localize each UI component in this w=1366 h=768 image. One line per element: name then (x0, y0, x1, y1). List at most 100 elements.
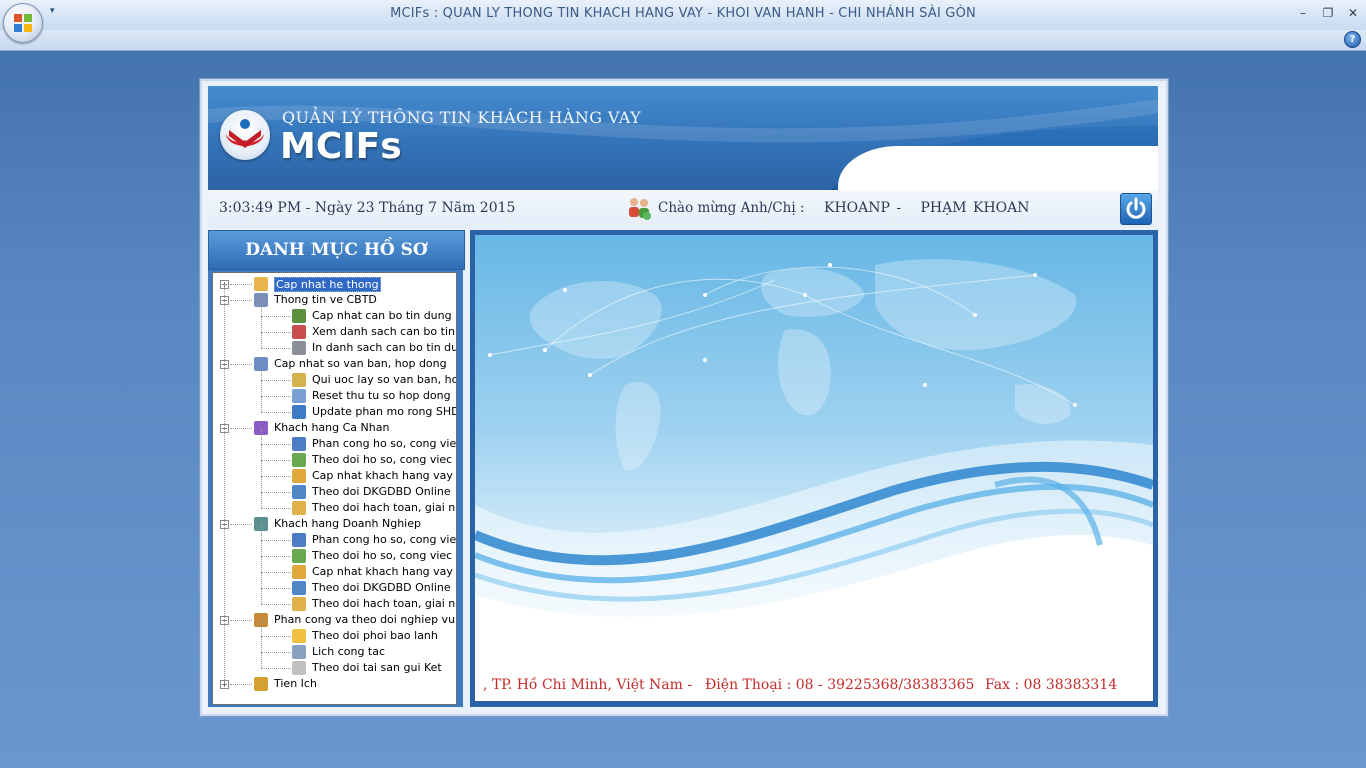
tree-trunk-line (224, 284, 225, 684)
help-icon[interactable]: ? (1344, 31, 1361, 48)
tree-connector (261, 460, 262, 476)
tree-node-label: Cap nhat khach hang vay (312, 565, 453, 578)
ribbon-bar: ? (0, 30, 1366, 51)
tree-connector (261, 444, 291, 445)
tree-connector (261, 348, 291, 349)
tree-group-node[interactable]: − Thong tin ve CBTD (213, 292, 456, 308)
tree-group-node[interactable]: − Khach hang Doanh Nghiep (213, 516, 456, 532)
tree-leaf-node[interactable]: Update phan mo rong SHD (213, 396, 456, 420)
tree-leaf-node[interactable]: Theo doi tai san gui Ket (213, 652, 456, 676)
tree-leaf-node[interactable]: Theo doi hach toan, giai ngan (213, 492, 456, 516)
tree-leaf-node[interactable]: Cap nhat can bo tin dung (213, 300, 456, 324)
tree-leaf-node[interactable]: Theo doi phoi bao lanh (213, 620, 456, 644)
edit-icon (292, 373, 306, 387)
tree-connector (261, 588, 262, 604)
tree-node-label: Phan cong ho so, cong viec (312, 533, 457, 546)
tree-connector (261, 572, 291, 573)
tree-connector (261, 380, 291, 381)
tree-node-label: Cap nhat can bo tin dung (312, 309, 452, 322)
users-welcome-icon (629, 198, 651, 220)
tree-node-label: Theo doi DKGDBD Online (312, 485, 451, 498)
contact-footer: , TP. Hồ Chi Minh, Việt Nam - Điện Thoại… (475, 670, 1153, 701)
table-icon (292, 549, 306, 563)
logout-power-button[interactable] (1120, 193, 1152, 225)
tree-node-label: Khach hang Doanh Nghiep (274, 517, 421, 530)
footer-fax: Fax : 08 38383314 (985, 677, 1118, 693)
tree-connector (261, 316, 291, 317)
tree-node-label: Phan cong va theo doi nghiep vu khac (274, 613, 456, 626)
update-icon (292, 405, 306, 419)
tree-group-node[interactable]: + Tien Ich (213, 676, 456, 692)
tree-leaf-node[interactable]: Theo doi DKGDBD Online (213, 476, 456, 500)
tree-connector (261, 540, 291, 541)
tree-connector (261, 604, 291, 605)
world-map-background (475, 235, 1153, 670)
tree-node-label: Reset thu tu so hop dong (312, 389, 451, 402)
tree-node-label: Tien Ich (274, 677, 317, 690)
tree-node-label: Theo doi hach toan, giai ngan (312, 597, 456, 610)
tree-leaf-node[interactable]: Cap nhat khach hang vay (213, 460, 456, 484)
mcifs-logo-icon (220, 110, 270, 160)
tree-connector (261, 636, 291, 637)
tree-connector (261, 396, 262, 412)
tree-connector (261, 556, 291, 557)
tree-node-label: In danh sach can bo tin dung (312, 341, 457, 354)
tree-leaf-node[interactable]: Theo doi hach toan, giai ngan (213, 588, 456, 612)
chart-icon (292, 565, 306, 579)
tree-leaf-node[interactable]: Phan cong ho so, cong viec (213, 428, 456, 452)
tree-leaf-node[interactable]: Phan cong ho so, cong viec (213, 524, 457, 548)
tree-connector (261, 620, 262, 636)
tree-leaf-node[interactable]: Qui uoc lay so van ban, hop dong (213, 364, 456, 388)
print-icon (292, 341, 306, 355)
banner-white-wave (838, 146, 1158, 190)
tree-leaf-node[interactable]: Reset thu tu so hop dong (213, 380, 456, 404)
tree-node-label: Thong tin ve CBTD (274, 293, 377, 306)
tree-node-label: Cap nhat so van ban, hop dong (274, 357, 447, 370)
tree-connector (261, 540, 262, 556)
tree-leaf-node[interactable]: Theo doi ho so, cong viec (213, 540, 456, 564)
tree-connector (261, 428, 262, 444)
tree-leaf-node[interactable]: In danh sach can bo tin dung (213, 332, 457, 356)
sidebar-heading: DANH MỤC HỒ SƠ (208, 230, 465, 270)
date-time-label: 3:03:49 PM - Ngày 23 Tháng 7 Năm 2015 (219, 200, 516, 216)
tree-leaf-node[interactable]: Lich cong tac (213, 636, 456, 660)
tree-connector (261, 652, 262, 668)
tree-leaf-node[interactable]: Theo doi DKGDBD Online (213, 572, 456, 596)
footer-address: , TP. Hồ Chi Minh, Việt Nam - (483, 677, 693, 693)
tree-connector (261, 636, 262, 652)
close-button[interactable]: ✕ (1344, 4, 1362, 22)
tree-group-node[interactable]: + Cap nhat he thong (213, 276, 456, 292)
tree-group-node[interactable]: −Phan cong va theo doi nghiep vu khac (213, 612, 456, 628)
tree-node-label: Theo doi DKGDBD Online (312, 581, 451, 594)
tree-node-label: Lich cong tac (312, 645, 386, 658)
tree-node-label: Theo doi ho so, cong viec (312, 549, 453, 562)
tree-connector (261, 572, 262, 588)
info-bar: 3:03:49 PM - Ngày 23 Tháng 7 Năm 2015 Ch… (208, 190, 1158, 228)
tree-leaf-node[interactable]: Xem danh sach can bo tin dung (213, 316, 456, 340)
tree-connector (261, 556, 262, 572)
tree-connector (261, 476, 291, 477)
assign-icon (292, 533, 306, 547)
tree-connector (230, 620, 252, 621)
tree-leaf-node[interactable]: Theo doi ho so, cong viec (213, 444, 456, 468)
tree-connector (261, 396, 291, 397)
tree-node-label: Xem danh sach can bo tin dung (312, 325, 456, 338)
tree-leaf-node[interactable]: Cap nhat khach hang vay (213, 556, 456, 580)
tree-connector (230, 284, 252, 285)
list-icon (292, 325, 306, 339)
tree-connector (230, 524, 252, 525)
online-icon (292, 581, 306, 595)
tree-group-node[interactable]: − Cap nhat so van ban, hop dong (213, 356, 456, 372)
tree-node-label: Theo doi tai san gui Ket (312, 661, 442, 674)
tree-connector (261, 380, 262, 396)
main-window: QUẢN LÝ THÔNG TIN KHÁCH HÀNG VAY MCIFs 3… (200, 79, 1168, 716)
restore-button[interactable]: ❐ (1319, 4, 1337, 22)
tree-view[interactable]: + Cap nhat he thong − Thong tin ve CBTD Cap … (212, 272, 457, 705)
title-bar: ▾ MCIFs : QUAN LY THONG TIN KHACH HANG V… (0, 0, 1366, 31)
table-icon (292, 453, 306, 467)
tree-group-node[interactable]: − Khach hang Ca Nhan (213, 420, 456, 436)
office-orb-button[interactable] (3, 3, 43, 43)
window-title: MCIFs : QUAN LY THONG TIN KHACH HANG VAY… (390, 6, 976, 21)
tree-connector (261, 508, 291, 509)
minimize-button[interactable]: – (1294, 4, 1312, 22)
